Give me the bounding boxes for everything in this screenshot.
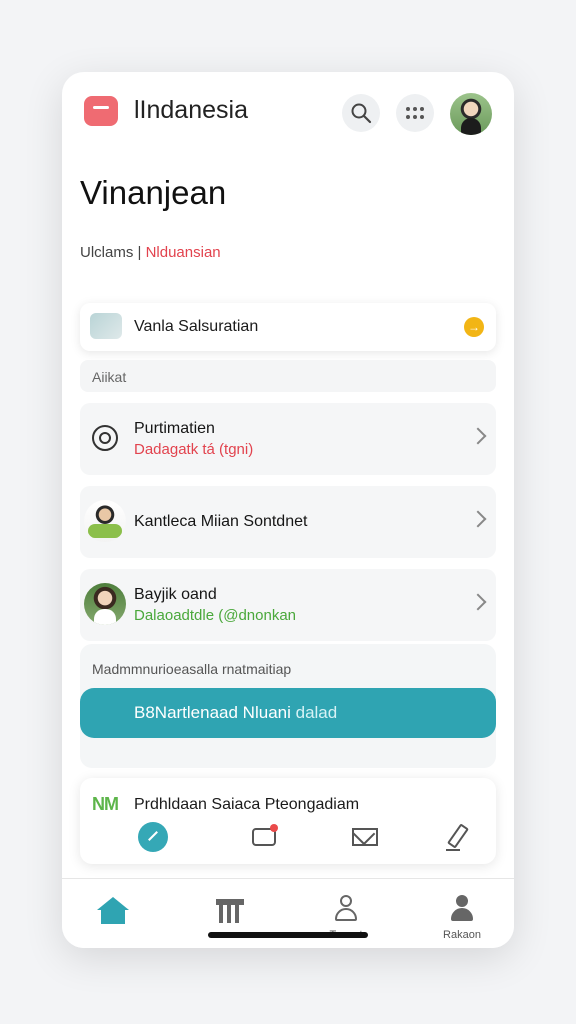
cta-button-muted-label: dalad [295,703,338,722]
list-item[interactable]: Purtimatien Dadagatk tá (tgni) [80,403,496,475]
copyright-circle-icon [92,425,118,451]
more-dots-icon [406,107,424,119]
bank-icon [216,899,244,923]
avatar [84,500,126,542]
avatar [84,583,126,625]
nav-account[interactable]: Rakaon [422,887,502,943]
person-filled-icon [451,895,473,923]
edit-icon[interactable] [444,822,474,852]
page-subtitle: Ulclams | Nlduansian [80,244,221,261]
app-title: lIndanesia [134,96,248,124]
send-icon[interactable] [138,822,168,852]
more-button[interactable] [396,94,434,132]
nav-label: Rakaon [443,929,481,941]
app-logo-icon [84,96,118,126]
promo-banner[interactable]: Vanla Salsuratian → [80,303,496,351]
banner-text: Vanla Salsuratian [134,318,259,335]
primary-action-button[interactable]: B8Nartlenaad Nluani dalad [80,688,496,738]
home-indicator[interactable] [208,932,368,938]
list-item-title: Purtimatien [134,420,215,437]
arrow-right-icon[interactable]: → [464,317,484,337]
chevron-right-icon [469,510,487,528]
list-item[interactable]: Kantleca Miian Sontdnet [80,486,496,558]
list-item-subtitle: Dadagatk tá (tgni) [134,441,254,458]
page-title: Vinanjean [80,174,227,211]
cta-caption: Madmmnurioeasalla rnatmaitiap [92,661,292,677]
person-icon [335,895,357,923]
phone-screen: lIndanesia Vinanjean Ulclams | Nlduansia… [62,72,514,948]
quick-actions-card: NM Prdhldaan Saiaca Pteongadiam [80,778,496,864]
nav-home[interactable] [73,887,153,943]
subtitle-accent-link[interactable]: Nlduansian [146,244,221,261]
inbox-icon[interactable] [250,822,280,852]
profile-avatar[interactable] [450,93,492,135]
home-icon [97,897,129,910]
search-icon [351,103,372,124]
cta-button-label: B8Nartlenaad Nluani [134,703,296,722]
notification-dot [270,824,278,832]
subtitle-prefix: Ulclams | [80,244,146,261]
brand-logo: NM [92,794,119,814]
section-label: Aiikat [92,369,127,385]
list-item-title: Bayjik oand [134,586,217,603]
section-header: Aiikat [80,360,496,392]
chevron-right-icon [469,427,487,445]
card-title: Prdhldaan Saiaca Pteongadiam [134,796,360,813]
chevron-right-icon [469,593,487,611]
mail-icon[interactable] [350,822,380,852]
cta-panel: Madmmnurioeasalla rnatmaitiap B8Nartlena… [80,644,496,768]
home-icon-body [101,910,125,924]
list-item[interactable]: Bayjik oand Dalaoadtdle (@dnonkan [80,569,496,641]
search-button[interactable] [342,94,380,132]
elephant-icon [90,313,122,339]
list-item-title: Kantleca Miian Sontdnet [134,513,308,530]
list-item-subtitle: Dalaoadtdle (@dnonkan [134,607,297,624]
top-bar: lIndanesia [62,72,514,152]
